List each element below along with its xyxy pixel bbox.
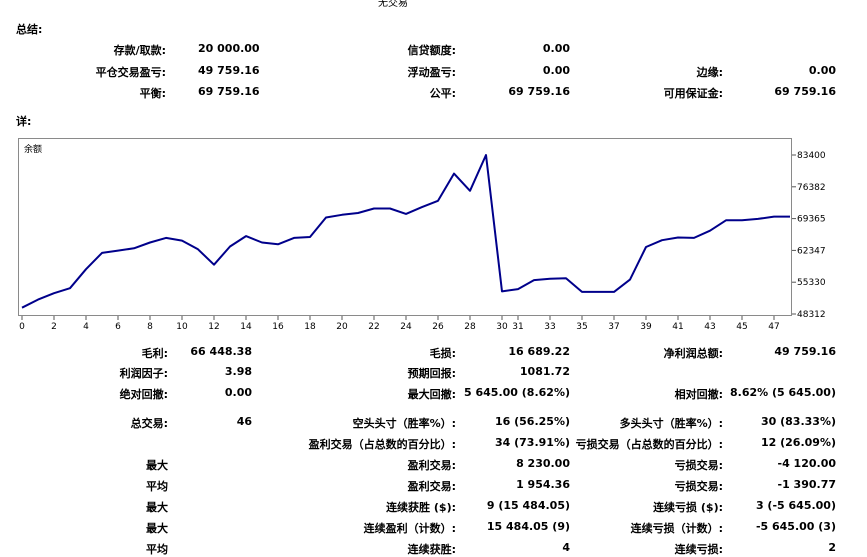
stat-value: 3 (-5 645.00): [755, 499, 836, 512]
stat-label: 净利润总额:: [663, 347, 723, 360]
x-tick-label: 18: [304, 322, 316, 332]
x-tick-label: 0: [19, 322, 25, 332]
x-tick-label: 35: [576, 322, 587, 332]
stat-label: 亏损交易:: [674, 480, 723, 493]
stat-label: 平均: [146, 543, 168, 556]
stat-value: 5 645.00 (8.62%): [464, 386, 570, 399]
y-tick-label: 48312: [797, 310, 826, 320]
x-tick-label: 43: [704, 322, 715, 332]
stat-label: 连续亏损（计数）:: [630, 522, 723, 535]
stat-label: 亏损交易（占总数的百分比）:: [575, 438, 723, 451]
stat-value: 8.62% (5 645.00): [730, 386, 836, 399]
stat-label: 多头头寸（胜率%）:: [619, 417, 723, 430]
stat-label: 连续亏损:: [674, 543, 723, 556]
y-tick-label: 69365: [797, 215, 826, 225]
stat-value: 3.98: [224, 365, 252, 378]
x-tick-label: 16: [272, 322, 284, 332]
x-tick-label: 41: [672, 322, 683, 332]
x-tick-label: 28: [464, 322, 476, 332]
stat-value: -4 120.00: [777, 457, 837, 470]
stat-value: 30 (83.33%): [760, 415, 836, 428]
stat-value: -1 390.77: [777, 478, 837, 491]
stat-value: 9 (15 484.05): [486, 499, 570, 512]
x-tick-label: 39: [640, 322, 652, 332]
x-tick-label: 20: [336, 322, 348, 332]
balance-chart: 8340076382693656234755330483120 2 4 6 8 10 12 1…: [19, 151, 826, 332]
stat-label: 总交易:: [130, 417, 168, 430]
stat-label: 绝对回撤:: [119, 388, 168, 401]
x-tick-label: 10: [176, 322, 188, 332]
stat-value: 4: [562, 541, 570, 554]
stat-value: 1081.72: [519, 365, 570, 378]
stat-label: 利润因子:: [119, 367, 168, 380]
stat-label: 空头头寸（胜率%）:: [352, 417, 456, 430]
stat-label: 盈利交易:: [407, 480, 456, 493]
stat-value: 8 230.00: [516, 457, 570, 470]
stat-label: 亏损交易:: [674, 459, 723, 472]
x-tick-label: 24: [400, 322, 412, 332]
stat-label: 连续获胜:: [407, 543, 456, 556]
x-tick-label: 30: [496, 322, 508, 332]
stat-label: 毛损:: [429, 347, 456, 360]
stat-label: 盈利交易:: [407, 459, 456, 472]
x-tick-label: 37: [608, 322, 619, 332]
stat-label: 连续盈利（计数）:: [363, 522, 456, 535]
stat-value: 0.00: [224, 386, 252, 399]
balance-series-line: [21, 154, 790, 309]
stat-value: 12 (26.09%): [760, 436, 836, 449]
stat-value: 15 484.05 (9): [486, 520, 570, 533]
stat-value: 46: [236, 415, 252, 428]
y-tick-label: 62347: [797, 246, 826, 256]
stat-value: 16 689.22: [508, 345, 570, 358]
stat-label: 相对回撤:: [674, 388, 723, 401]
stat-label: 最大: [146, 501, 168, 514]
stat-label: 最大回撤:: [407, 388, 456, 401]
x-tick-label: 47: [768, 322, 779, 332]
stat-label: 连续亏损 ($):: [653, 501, 723, 514]
stat-value: 16 (56.25%): [494, 415, 570, 428]
stat-label: 平均: [146, 480, 168, 493]
x-tick-label: 26: [432, 322, 444, 332]
stat-value: 2: [828, 541, 836, 554]
x-tick-label: 45: [736, 322, 747, 332]
stat-label: 盈利交易（占总数的百分比）:: [308, 438, 456, 451]
stat-label: 最大: [146, 522, 168, 535]
stat-label: 最大: [146, 459, 168, 472]
x-tick-label: 33: [544, 322, 555, 332]
x-tick-label: 6: [115, 322, 121, 332]
y-tick-label: 76382: [797, 183, 826, 193]
x-tick-label: 14: [240, 322, 252, 332]
stat-label: 毛利:: [141, 347, 168, 360]
stat-value: 34 (73.91%): [494, 436, 570, 449]
x-tick-label: 8: [147, 322, 153, 332]
x-tick-label: 4: [83, 322, 89, 332]
x-tick-label: 31: [512, 322, 523, 332]
stat-label: 预期回报:: [407, 367, 456, 380]
stat-value: -5 645.00 (3): [755, 520, 836, 533]
stat-value: 1 954.36: [516, 478, 570, 491]
stat-label: 连续获胜 ($):: [386, 501, 456, 514]
y-tick-label: 55330: [797, 278, 826, 288]
stat-value: 49 759.16: [774, 345, 836, 358]
y-tick-label: 83400: [797, 151, 826, 161]
x-tick-label: 2: [51, 322, 57, 332]
x-tick-label: 22: [368, 322, 379, 332]
stat-value: 66 448.38: [190, 345, 252, 358]
x-tick-label: 12: [208, 322, 219, 332]
